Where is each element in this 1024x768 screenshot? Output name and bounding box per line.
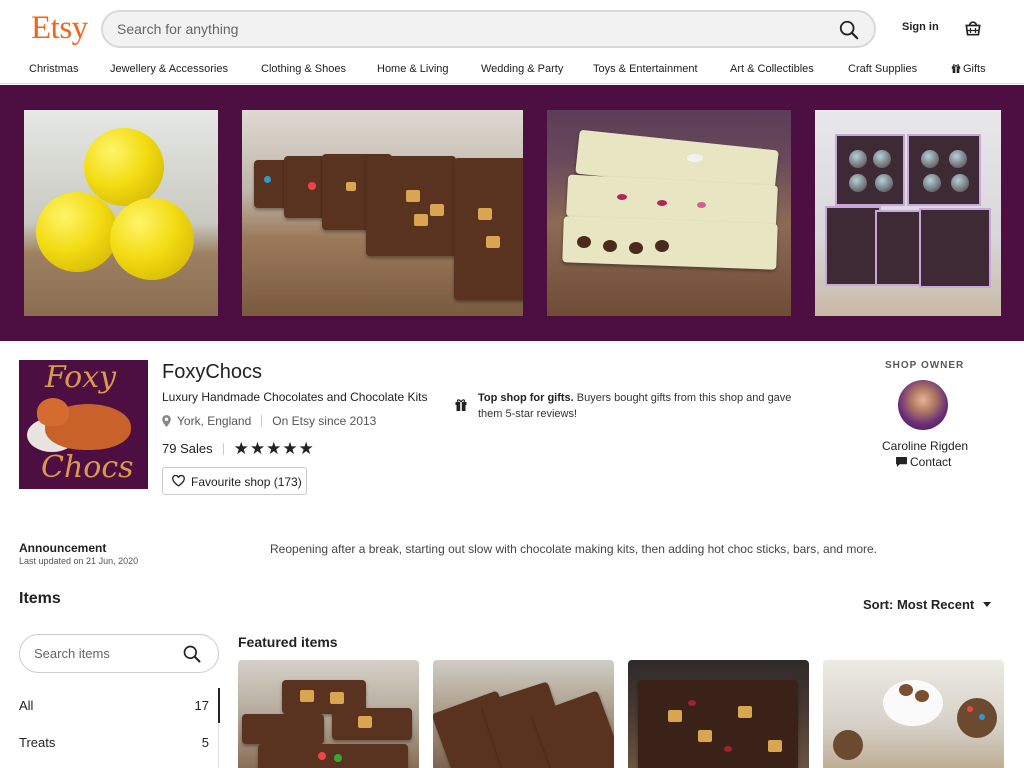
- shop-banner: [0, 85, 1024, 341]
- featured-item-3[interactable]: [628, 660, 809, 768]
- shop-since: On Etsy since 2013: [272, 414, 377, 428]
- shop-sales[interactable]: 79 Sales: [162, 441, 213, 456]
- announcement-text: Reopening after a break, starting out sl…: [270, 542, 877, 556]
- message-icon: [896, 457, 907, 467]
- category-christmas[interactable]: Christmas: [29, 63, 79, 75]
- announcement-title: Announcement: [19, 541, 107, 555]
- section-item-all[interactable]: All 17: [19, 698, 209, 713]
- section-label: Treats: [19, 735, 56, 750]
- gift-icon: [455, 399, 467, 411]
- section-label: All: [19, 698, 34, 713]
- section-count: 5: [201, 735, 209, 750]
- shop-tagline: Luxury Handmade Chocolates and Chocolate…: [162, 390, 428, 404]
- featured-item-2[interactable]: [433, 660, 614, 768]
- banner-photo-bars: [242, 110, 523, 316]
- category-craft[interactable]: Craft Supplies: [848, 63, 917, 75]
- category-home[interactable]: Home & Living: [377, 63, 449, 75]
- top-shop-title: Top shop for gifts.: [478, 392, 574, 404]
- section-count: 17: [194, 698, 209, 713]
- featured-item-1[interactable]: [238, 660, 419, 768]
- category-nav: Christmas Jewellery & Accessories Clothi…: [0, 58, 1024, 84]
- category-jewellery[interactable]: Jewellery & Accessories: [110, 63, 228, 75]
- owner-avatar[interactable]: [898, 380, 948, 430]
- featured-item-4[interactable]: [823, 660, 1004, 768]
- category-toys[interactable]: Toys & Entertainment: [593, 63, 698, 75]
- item-search-input[interactable]: Search items: [34, 646, 110, 661]
- contact-owner-link[interactable]: Contact: [896, 455, 951, 469]
- search-icon[interactable]: [838, 19, 860, 41]
- banner-photo-gift-boxes: [815, 110, 1001, 316]
- favourite-shop-label: Favourite shop (173): [191, 475, 302, 489]
- announcement-date: Last updated on 21 Jun, 2020: [19, 556, 139, 566]
- contact-label: Contact: [910, 455, 952, 469]
- owner-name[interactable]: Caroline Rigden: [882, 439, 968, 453]
- etsy-logo[interactable]: Etsy: [31, 10, 88, 47]
- banner-photo-truffles: [24, 110, 218, 316]
- gift-icon: [951, 64, 961, 73]
- shop-sales-row: 79 Sales ★★★★★: [162, 439, 315, 459]
- featured-items-heading: Featured items: [238, 634, 338, 650]
- sort-dropdown[interactable]: Sort: Most Recent: [863, 597, 992, 612]
- basket-icon[interactable]: [963, 18, 983, 38]
- item-search-bar[interactable]: Search items: [19, 634, 219, 673]
- sign-in-link[interactable]: Sign in: [902, 21, 939, 33]
- category-art[interactable]: Art & Collectibles: [730, 63, 814, 75]
- shop-logo-text-top: Foxy: [45, 360, 117, 395]
- search-bar[interactable]: Search for anything: [101, 10, 876, 48]
- favourite-shop-button[interactable]: Favourite shop (173): [162, 467, 307, 495]
- shop-owner-label: SHOP OWNER: [885, 360, 965, 371]
- location-pin-icon: [162, 415, 171, 427]
- shop-rating-stars[interactable]: ★★★★★: [234, 439, 315, 458]
- sort-label: Sort: Most Recent: [863, 597, 975, 612]
- section-item-treats[interactable]: Treats 5: [19, 735, 209, 750]
- items-heading: Items: [19, 590, 61, 607]
- search-input[interactable]: Search for anything: [117, 21, 238, 37]
- category-gifts[interactable]: Gifts: [951, 63, 986, 75]
- shop-name: FoxyChocs: [162, 361, 263, 383]
- shop-logo: Foxy Chocs: [19, 360, 148, 489]
- heart-icon: [172, 475, 185, 487]
- shop-location-row: York, England On Etsy since 2013: [162, 414, 376, 428]
- shop-logo-text-bottom: Chocs: [41, 450, 134, 485]
- banner-photo-white-bars: [547, 110, 791, 316]
- shop-location: York, England: [177, 414, 252, 428]
- top-shop-badge: Top shop for gifts. Buyers bought gifts …: [478, 390, 798, 422]
- category-clothing[interactable]: Clothing & Shoes: [261, 63, 346, 75]
- category-gifts-label: Gifts: [963, 63, 986, 75]
- caret-down-icon: [983, 602, 992, 607]
- section-active-indicator: [218, 688, 220, 723]
- category-wedding[interactable]: Wedding & Party: [481, 63, 563, 75]
- section-rail: [218, 723, 219, 768]
- site-header: Etsy Search for anything Sign in: [0, 0, 1024, 58]
- search-icon[interactable]: [182, 644, 202, 664]
